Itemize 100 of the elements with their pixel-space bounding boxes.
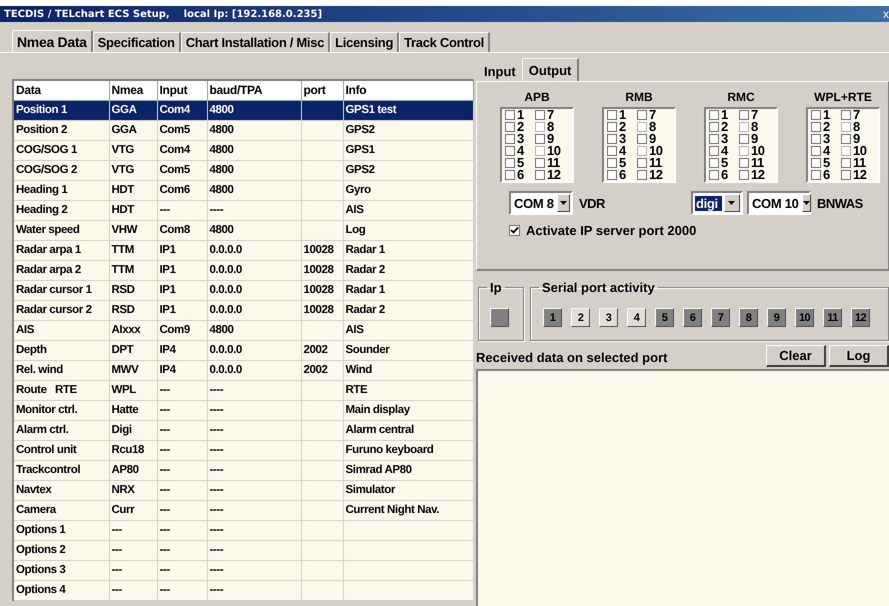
- table-cell[interactable]: Log: [343, 220, 474, 240]
- table-cell[interactable]: MWV: [109, 360, 157, 380]
- table-cell[interactable]: Radar 2: [343, 300, 474, 320]
- checkbox[interactable]: [841, 110, 851, 120]
- table-cell[interactable]: [301, 140, 343, 160]
- table-cell[interactable]: 10028: [301, 280, 343, 300]
- table-cell[interactable]: Com8: [157, 220, 207, 240]
- table-cell[interactable]: [301, 520, 343, 540]
- table-cell[interactable]: ---: [157, 540, 207, 560]
- table-cell[interactable]: TTM: [109, 260, 157, 280]
- table-cell[interactable]: Simulator: [343, 480, 474, 500]
- table-cell[interactable]: AIS: [343, 200, 474, 220]
- table-cell[interactable]: Com5: [157, 160, 207, 180]
- table-cell[interactable]: [343, 540, 474, 560]
- table-cell[interactable]: Rel. wind: [13, 360, 109, 380]
- table-cell[interactable]: [301, 560, 343, 580]
- table-cell[interactable]: GPS2: [343, 160, 474, 180]
- table-cell[interactable]: GPS1: [343, 140, 474, 160]
- table-cell[interactable]: NRX: [109, 480, 157, 500]
- table-cell[interactable]: VTG: [109, 140, 157, 160]
- table-cell[interactable]: 0.0.0.0: [207, 280, 301, 300]
- checkbox[interactable]: [637, 158, 647, 168]
- table-cell[interactable]: IP4: [157, 340, 207, 360]
- table-cell[interactable]: Rcu18: [109, 440, 157, 460]
- table-cell[interactable]: Route RTE: [13, 380, 109, 400]
- checkbox[interactable]: [607, 134, 617, 144]
- table-cell[interactable]: ---: [109, 560, 157, 580]
- table-cell[interactable]: Camera: [13, 500, 109, 520]
- checkbox[interactable]: [739, 158, 749, 168]
- clear-button[interactable]: Clear: [766, 345, 826, 367]
- checkbox[interactable]: [811, 146, 821, 156]
- table-cell[interactable]: ---: [157, 460, 207, 480]
- table-cell[interactable]: 4800: [207, 140, 301, 160]
- checkbox[interactable]: [739, 134, 749, 144]
- table-cell[interactable]: 0.0.0.0: [207, 300, 301, 320]
- table-cell[interactable]: 0.0.0.0: [207, 340, 301, 360]
- table-cell[interactable]: Com9: [157, 320, 207, 340]
- table-cell[interactable]: ----: [207, 460, 301, 480]
- table-cell[interactable]: Monitor ctrl.: [13, 400, 109, 420]
- column-header[interactable]: port: [301, 80, 343, 100]
- table-cell[interactable]: [301, 380, 343, 400]
- table-cell[interactable]: ----: [207, 420, 301, 440]
- table-cell[interactable]: [301, 540, 343, 560]
- log-button[interactable]: Log: [829, 345, 889, 367]
- table-cell[interactable]: Curr: [109, 500, 157, 520]
- table-cell[interactable]: COG/SOG 2: [13, 160, 109, 180]
- checkbox[interactable]: [607, 158, 617, 168]
- table-cell[interactable]: 10028: [301, 260, 343, 280]
- table-cell[interactable]: Com4: [157, 140, 207, 160]
- table-cell[interactable]: Alarm central: [343, 420, 474, 440]
- checkbox[interactable]: [505, 122, 515, 132]
- table-cell[interactable]: IP4: [157, 360, 207, 380]
- checkbox[interactable]: [535, 134, 545, 144]
- column-header[interactable]: Nmea: [109, 80, 157, 100]
- table-cell[interactable]: Furuno keyboard: [343, 440, 474, 460]
- table-cell[interactable]: AIxxx: [109, 320, 157, 340]
- table-cell[interactable]: Options 3: [13, 560, 109, 580]
- checkbox[interactable]: [607, 110, 617, 120]
- table-cell[interactable]: RSD: [109, 300, 157, 320]
- table-cell[interactable]: Options 2: [13, 540, 109, 560]
- checkbox[interactable]: [709, 170, 719, 180]
- table-cell[interactable]: ----: [207, 480, 301, 500]
- table-cell[interactable]: Simrad AP80: [343, 460, 474, 480]
- checkbox[interactable]: [709, 110, 719, 120]
- table-cell[interactable]: [301, 160, 343, 180]
- column-header[interactable]: Data: [13, 80, 109, 100]
- column-header[interactable]: baud/TPA: [207, 80, 301, 100]
- table-cell[interactable]: [301, 480, 343, 500]
- table-cell[interactable]: Heading 2: [13, 200, 109, 220]
- checkbox[interactable]: [505, 158, 515, 168]
- tab[interactable]: Nmea Data: [12, 30, 93, 52]
- checkbox[interactable]: [841, 134, 851, 144]
- table-cell[interactable]: Water speed: [13, 220, 109, 240]
- table-cell[interactable]: ---: [109, 540, 157, 560]
- table-cell[interactable]: ----: [207, 560, 301, 580]
- table-cell[interactable]: 4800: [207, 320, 301, 340]
- table-cell[interactable]: VHW: [109, 220, 157, 240]
- checkbox[interactable]: [505, 134, 515, 144]
- table-cell[interactable]: IP1: [157, 240, 207, 260]
- tab[interactable]: Track Control: [399, 32, 490, 52]
- checkbox[interactable]: [811, 122, 821, 132]
- table-cell[interactable]: GPS2: [343, 120, 474, 140]
- table-cell[interactable]: [301, 580, 343, 600]
- table-cell[interactable]: [301, 120, 343, 140]
- checkbox[interactable]: [637, 110, 647, 120]
- checkbox[interactable]: [535, 170, 545, 180]
- table-cell[interactable]: Gyro: [343, 180, 474, 200]
- checkbox[interactable]: [535, 158, 545, 168]
- table-cell[interactable]: 4800: [207, 180, 301, 200]
- table-cell[interactable]: ---: [157, 200, 207, 220]
- table-cell[interactable]: AP80: [109, 460, 157, 480]
- table-cell[interactable]: Com5: [157, 120, 207, 140]
- table-cell[interactable]: ---: [109, 520, 157, 540]
- tab[interactable]: Output: [522, 58, 580, 81]
- table-cell[interactable]: GPS1 test: [343, 100, 474, 120]
- table-cell[interactable]: [301, 440, 343, 460]
- table-cell[interactable]: [301, 500, 343, 520]
- table-cell[interactable]: VTG: [109, 160, 157, 180]
- checkbox[interactable]: [739, 110, 749, 120]
- table-cell[interactable]: Radar 1: [343, 240, 474, 260]
